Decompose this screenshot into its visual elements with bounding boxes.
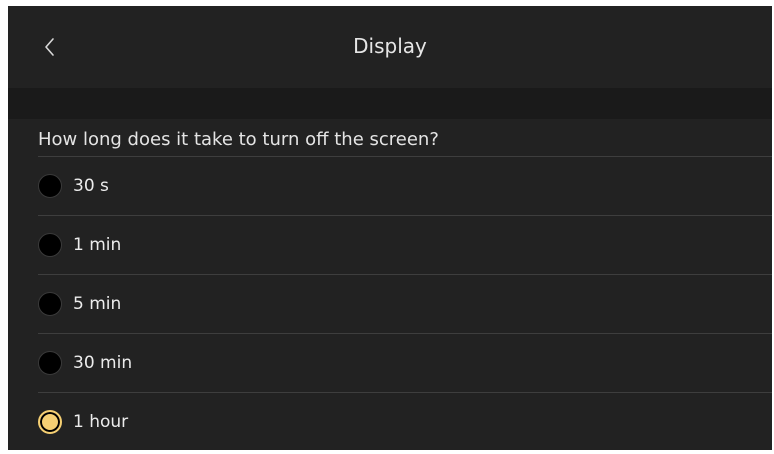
option-1hour[interactable]: 1 hour [38,393,772,450]
radio-button[interactable] [38,233,62,257]
option-label: 1 hour [73,412,129,432]
question-label: How long does it take to turn off the sc… [38,129,439,150]
option-30s[interactable]: 30 s [38,157,772,216]
display-settings-screen: Display How long does it take to turn of… [8,6,772,450]
header-bar: Display [8,6,772,88]
option-label: 30 min [73,353,133,373]
page-title: Display [353,34,427,58]
radio-button[interactable] [38,292,62,316]
option-1min[interactable]: 1 min [38,216,772,275]
option-label: 5 min [73,294,122,314]
radio-button[interactable] [38,351,62,375]
radio-button[interactable] [38,174,62,198]
option-5min[interactable]: 5 min [38,275,772,334]
timeout-options-list: 30 s 1 min 5 min 30 min 1 hour [38,157,772,450]
radio-button-selected[interactable] [38,410,62,434]
option-label: 30 s [73,176,109,196]
option-30min[interactable]: 30 min [38,334,772,393]
section-separator-band [8,88,772,119]
option-label: 1 min [73,235,122,255]
